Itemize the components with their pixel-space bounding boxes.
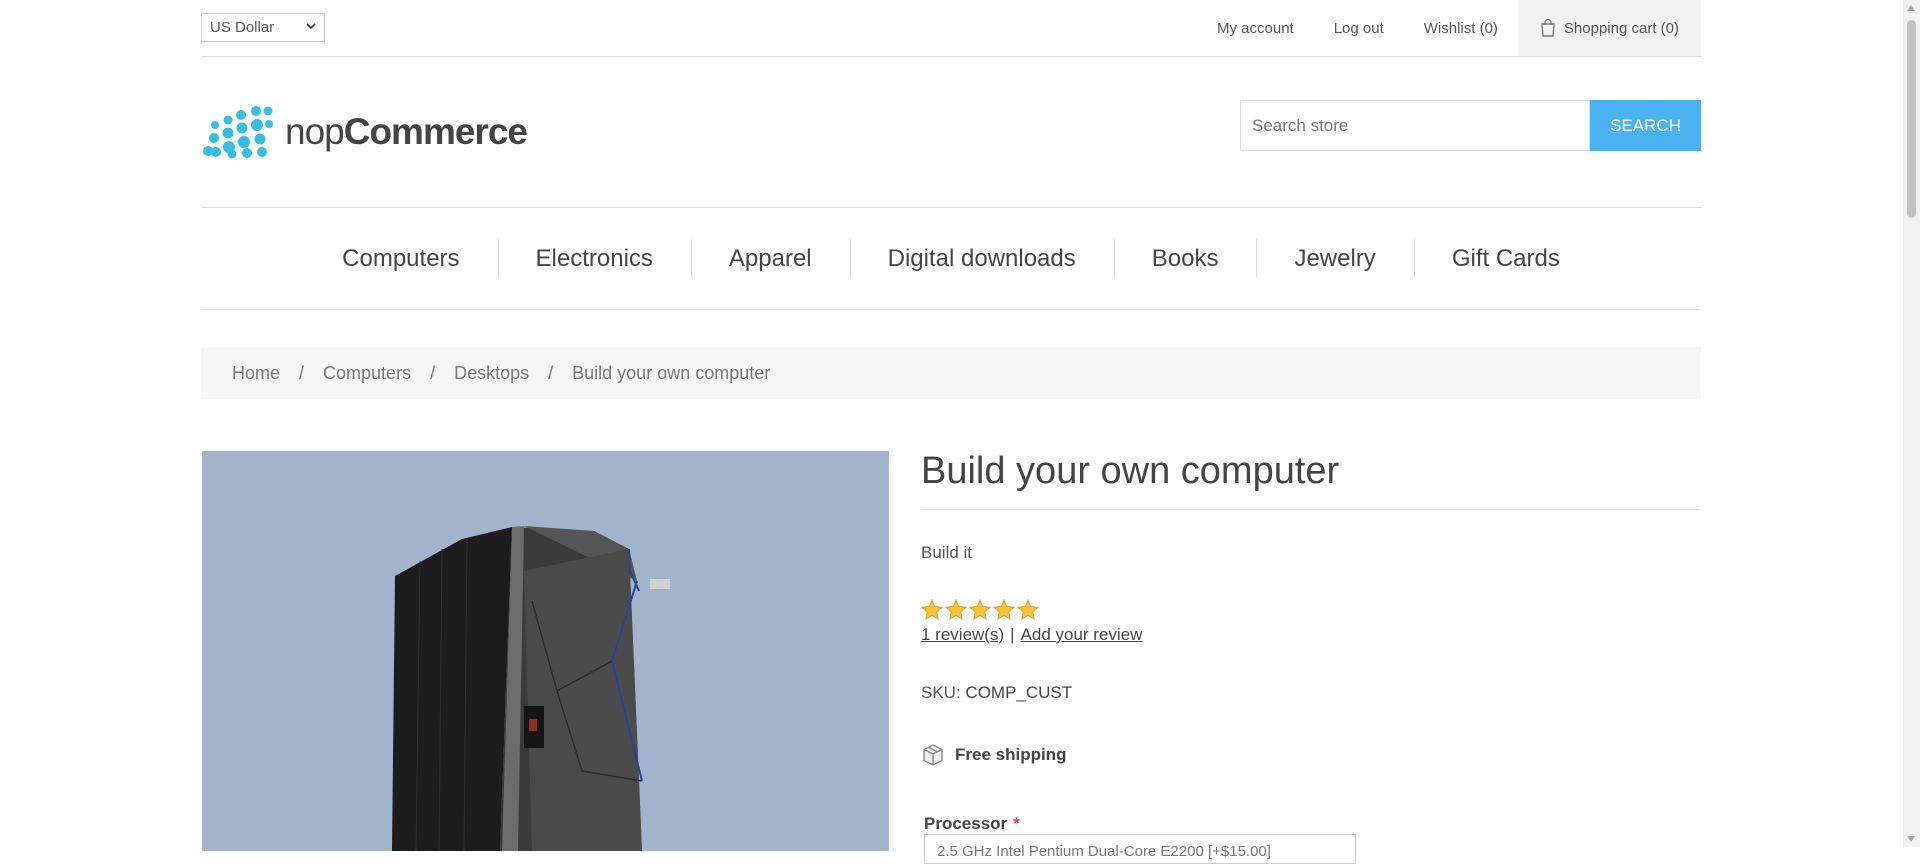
my-account-link[interactable]: My account bbox=[1217, 20, 1294, 37]
add-review-link[interactable]: Add your review bbox=[1021, 625, 1143, 644]
star-icon bbox=[945, 599, 967, 620]
top-menu: Computers Electronics Apparel Digital do… bbox=[201, 207, 1701, 310]
product-details: Build your own computer Build it 1 revie… bbox=[921, 447, 1701, 864]
scroll-down-arrow-icon[interactable] bbox=[1907, 836, 1915, 842]
sku-value: COMP_CUST bbox=[965, 683, 1073, 702]
menu-item-electronics[interactable]: Electronics bbox=[497, 238, 691, 277]
processor-select[interactable]: 2.5 GHz Intel Pentium Dual-Core E2200 [+… bbox=[924, 834, 1356, 864]
scrollbar-thumb[interactable] bbox=[1907, 20, 1916, 218]
product-rating bbox=[921, 599, 1701, 620]
breadcrumb-desktops[interactable]: Desktops bbox=[454, 363, 529, 384]
page-scrollbar[interactable] bbox=[1903, 0, 1920, 847]
shopping-cart-link[interactable]: Shopping cart (0) bbox=[1517, 0, 1701, 56]
breadcrumb-current: Build your own computer bbox=[572, 362, 771, 383]
search-box: Search store SEARCH bbox=[1240, 100, 1701, 151]
chevron-down-icon bbox=[306, 23, 316, 30]
processor-attribute-label: Processor * bbox=[924, 814, 1701, 834]
breadcrumb: Home / Computers / Desktops / Build your… bbox=[201, 347, 1701, 399]
sku-label: SKU: bbox=[921, 683, 961, 702]
package-icon bbox=[923, 744, 943, 766]
free-shipping-label: Free shipping bbox=[955, 745, 1067, 764]
scroll-up-arrow-icon[interactable] bbox=[1907, 5, 1915, 11]
shopping-bag-icon bbox=[1541, 19, 1555, 37]
logo-text-bold: Commerce bbox=[343, 111, 528, 152]
reviews-separator: | bbox=[1010, 625, 1015, 644]
breadcrumb-separator: / bbox=[299, 362, 305, 383]
breadcrumb-separator: / bbox=[548, 362, 554, 383]
required-marker: * bbox=[1013, 814, 1020, 833]
log-out-link[interactable]: Log out bbox=[1334, 20, 1384, 37]
menu-item-jewelry[interactable]: Jewelry bbox=[1256, 238, 1413, 277]
breadcrumb-computers[interactable]: Computers bbox=[323, 363, 411, 384]
star-icon bbox=[921, 599, 943, 620]
breadcrumb-separator: / bbox=[430, 362, 436, 383]
menu-item-digital-downloads[interactable]: Digital downloads bbox=[849, 238, 1114, 277]
product-reviews-overview: 1 review(s) | Add your review bbox=[921, 625, 1701, 645]
store-logo[interactable]: nopCommerce bbox=[201, 104, 528, 160]
header-links: My account Log out Wishlist (0) Shopping… bbox=[1177, 0, 1701, 56]
product-main-image[interactable] bbox=[202, 451, 889, 851]
star-icon bbox=[969, 599, 991, 620]
star-icon bbox=[993, 599, 1015, 620]
processor-label-text: Processor bbox=[924, 814, 1008, 833]
product-short-description: Build it bbox=[921, 543, 973, 562]
search-input[interactable]: Search store bbox=[1240, 100, 1590, 151]
menu-item-apparel[interactable]: Apparel bbox=[690, 238, 850, 277]
logo-text-light: nop bbox=[285, 111, 345, 152]
star-icon bbox=[1017, 599, 1039, 620]
currency-selector[interactable]: US Dollar bbox=[201, 13, 325, 42]
reviews-link[interactable]: 1 review(s) bbox=[921, 625, 1004, 644]
free-shipping: Free shipping bbox=[921, 743, 1701, 767]
menu-item-gift-cards[interactable]: Gift Cards bbox=[1413, 238, 1598, 277]
header-links-bar: US Dollar My account Log out Wishlist (0… bbox=[201, 0, 1701, 57]
product-sku: SKU: COMP_CUST bbox=[921, 683, 1701, 703]
nopcommerce-dots-icon bbox=[203, 106, 273, 159]
search-button[interactable]: SEARCH bbox=[1590, 100, 1701, 151]
menu-item-computers[interactable]: Computers bbox=[304, 245, 497, 273]
logo-wordmark: nopCommerce bbox=[285, 111, 528, 153]
menu-item-books[interactable]: Books bbox=[1113, 238, 1257, 277]
shopping-cart-label: Shopping cart (0) bbox=[1563, 19, 1679, 37]
breadcrumb-home[interactable]: Home bbox=[232, 363, 280, 384]
wishlist-link[interactable]: Wishlist (0) bbox=[1424, 20, 1498, 37]
product-title: Build your own computer bbox=[921, 447, 1701, 510]
currency-selector-value: US Dollar bbox=[210, 19, 275, 36]
server-cabinet-illustration bbox=[392, 526, 670, 851]
